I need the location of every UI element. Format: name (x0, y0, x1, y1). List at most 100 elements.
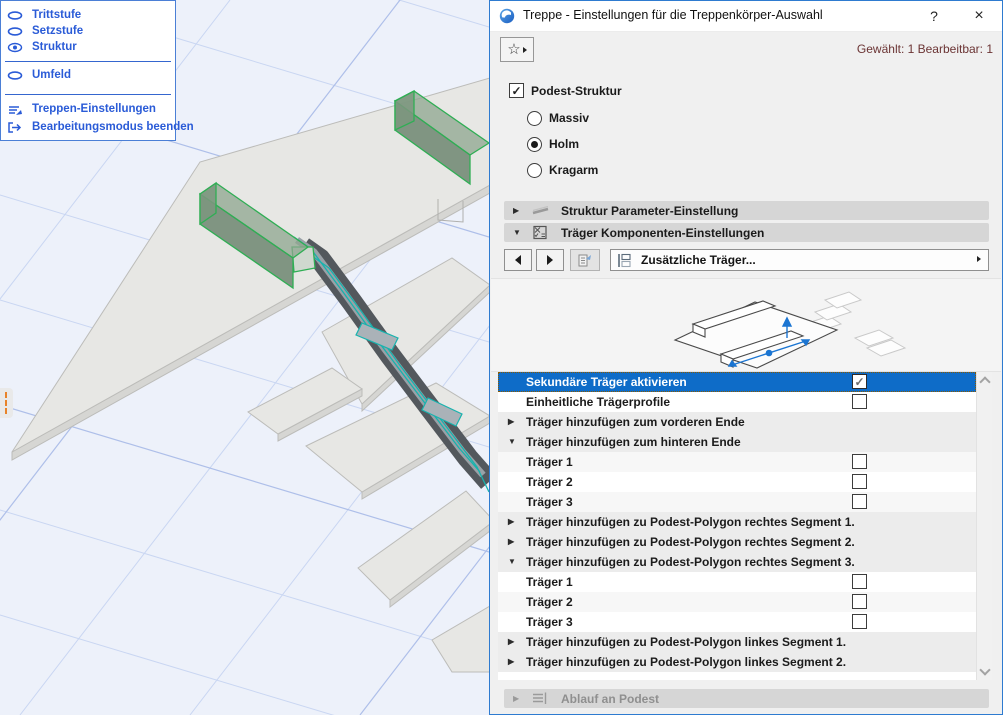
palette-dock-handle[interactable] (0, 388, 13, 418)
scroll-up-icon[interactable] (979, 376, 990, 387)
list-scrollbar[interactable] (976, 372, 992, 680)
radio-label: Holm (549, 137, 579, 151)
radio-icon[interactable] (527, 137, 542, 152)
beam-list-row[interactable]: Einheitliche Trägerprofile (498, 392, 976, 412)
row-checkbox[interactable] (852, 594, 867, 609)
previous-beam-button[interactable] (504, 249, 532, 271)
menu-separator (5, 94, 171, 95)
menu-item-trittstufe[interactable]: Trittstufe (7, 7, 81, 23)
menu-item-label: Bearbeitungsmodus beenden (32, 121, 194, 133)
stair-settings-dialog: Treppe - Einstellungen für die Treppenkö… (489, 0, 1003, 715)
row-checkbox[interactable] (852, 394, 867, 409)
menu-item-struktur[interactable]: Struktur (7, 39, 77, 55)
menu-item-setzstufe[interactable]: Setzstufe (7, 23, 83, 39)
row-checkbox[interactable] (852, 374, 867, 389)
edit-mode-palette: Trittstufe Setzstufe Struktur Umfeld (0, 0, 176, 141)
riser-visibility-icon (7, 25, 24, 38)
radio-option-holm[interactable]: Holm (527, 131, 598, 157)
row-label: Träger hinzufügen zu Podest-Polygon link… (526, 632, 846, 652)
row-checkbox[interactable] (852, 494, 867, 509)
row-label: Träger hinzufügen zu Podest-Polygon rech… (526, 512, 855, 532)
beam-group-row[interactable]: ▶Träger hinzufügen zu Podest-Polygon rec… (498, 532, 976, 552)
stair-settings-icon (7, 103, 24, 116)
row-label: Träger 1 (526, 572, 573, 592)
menu-item-umfeld[interactable]: Umfeld (7, 67, 71, 83)
menu-item-label: Trittstufe (32, 9, 81, 21)
row-checkbox[interactable] (852, 454, 867, 469)
beam-list-row[interactable]: Träger 2 (498, 472, 976, 492)
row-label: Einheitliche Trägerprofile (526, 392, 670, 412)
section-struktur-parameter[interactable]: ▶ Struktur Parameter-Einstellung (504, 201, 989, 220)
row-label: Träger hinzufügen zu Podest-Polygon link… (526, 652, 846, 672)
radio-option-massiv[interactable]: Massiv (527, 105, 598, 131)
radio-icon[interactable] (527, 111, 542, 126)
row-label: Träger hinzufügen zu Podest-Polygon rech… (526, 552, 855, 572)
collapsed-triangle-icon[interactable]: ▶ (508, 532, 514, 552)
help-button[interactable]: ? (924, 6, 944, 26)
radio-label: Massiv (549, 111, 589, 125)
stringer-icon (531, 203, 551, 218)
collapsed-triangle-icon[interactable]: ▶ (508, 512, 514, 532)
collapsed-triangle-icon: ▶ (513, 206, 523, 215)
section-traeger-komponenten[interactable]: ▼ Träger Komponenten-Einstellungen (504, 223, 989, 242)
podest-struktur-label: Podest-Struktur (531, 84, 622, 98)
beam-profile-icon (617, 253, 633, 268)
environment-visibility-icon (7, 69, 24, 82)
close-icon[interactable]: × (968, 5, 990, 27)
next-beam-button[interactable] (536, 249, 564, 271)
radio-label: Kragarm (549, 163, 598, 177)
beam-list-row[interactable]: Träger 3 (498, 612, 976, 632)
transfer-settings-button[interactable] (570, 249, 600, 271)
beam-list-row[interactable]: Träger 1 (498, 572, 976, 592)
beam-list-row[interactable]: Sekundäre Träger aktivieren (498, 372, 976, 392)
favorites-flyout-arrow-icon (523, 47, 527, 53)
row-label: Träger 2 (526, 472, 573, 492)
beam-group-row[interactable]: ▶Träger hinzufügen zum vorderen Ende (498, 412, 976, 432)
beam-group-row[interactable]: ▼ Träger hinzufügen zum hinteren Ende (498, 432, 976, 452)
selection-status: Gewählt: 1 Bearbeitbar: 1 (857, 42, 993, 56)
favorites-button[interactable]: ☆ (500, 37, 534, 62)
additional-beams-dropdown[interactable]: Zusätzliche Träger... (610, 249, 989, 271)
row-checkbox[interactable] (852, 574, 867, 589)
collapsed-triangle-icon[interactable]: ▶ (508, 632, 514, 652)
collapsed-triangle-icon[interactable]: ▶ (508, 412, 514, 432)
beam-group-row[interactable]: ▶ Träger hinzufügen zu Podest-Polygon rec… (498, 512, 976, 532)
menu-item-bearbeitungsmodus-beenden[interactable]: Bearbeitungsmodus beenden (7, 119, 194, 135)
beam-group-row[interactable]: ▼ Träger hinzufügen zu Podest-Polygon rec… (498, 552, 976, 572)
beam-group-row[interactable]: ▶ Träger hinzufügen zu Podest-Polygon lin… (498, 632, 976, 652)
collapsed-triangle-icon: ▶ (513, 694, 523, 703)
scroll-down-icon[interactable] (979, 664, 990, 675)
row-label: Träger hinzufügen zum hinteren Ende (526, 432, 741, 452)
screen: Trittstufe Setzstufe Struktur Umfeld (0, 0, 1003, 715)
menu-separator (5, 61, 171, 62)
menu-item-label: Umfeld (32, 69, 71, 81)
row-label: Träger 1 (526, 452, 573, 472)
left-arrow-icon (515, 255, 521, 265)
row-checkbox[interactable] (852, 474, 867, 489)
radio-icon[interactable] (527, 163, 542, 178)
row-label: Träger 2 (526, 592, 573, 612)
row-checkbox[interactable] (852, 614, 867, 629)
menu-item-label: Struktur (32, 41, 77, 53)
beam-list-row[interactable]: Träger 2 (498, 592, 976, 612)
expanded-triangle-icon[interactable]: ▼ (508, 432, 516, 452)
menu-item-treppen-einstellungen[interactable]: Treppen-Einstellungen (7, 101, 156, 117)
podest-struktur-checkbox[interactable] (509, 83, 524, 98)
exit-edit-mode-icon (7, 121, 24, 134)
dropdown-arrow-icon (977, 256, 981, 262)
beam-group-row[interactable]: ▶ Träger hinzufügen zu Podest-Polygon lin… (498, 652, 976, 672)
collapsed-triangle-icon[interactable]: ▶ (508, 652, 514, 672)
beam-list-row[interactable]: Träger 1 (498, 452, 976, 472)
expanded-triangle-icon[interactable]: ▼ (508, 552, 516, 572)
menu-item-label: Setzstufe (32, 25, 83, 37)
section-label: Struktur Parameter-Einstellung (561, 204, 738, 218)
row-label: Träger 3 (526, 612, 573, 632)
3d-viewport[interactable]: Trittstufe Setzstufe Struktur Umfeld (0, 0, 489, 715)
podest-struktur-row: Podest-Struktur (509, 83, 622, 98)
beam-preview-panel (491, 278, 1001, 372)
section-ablauf-an-podest[interactable]: ▶ Ablauf an Podest (504, 689, 989, 708)
radio-option-kragarm[interactable]: Kragarm (527, 157, 598, 183)
beam-list-row[interactable]: Träger 3 (498, 492, 976, 512)
podest-options: Massiv Holm Kragarm (527, 105, 598, 183)
stair-tool-icon (499, 8, 515, 24)
